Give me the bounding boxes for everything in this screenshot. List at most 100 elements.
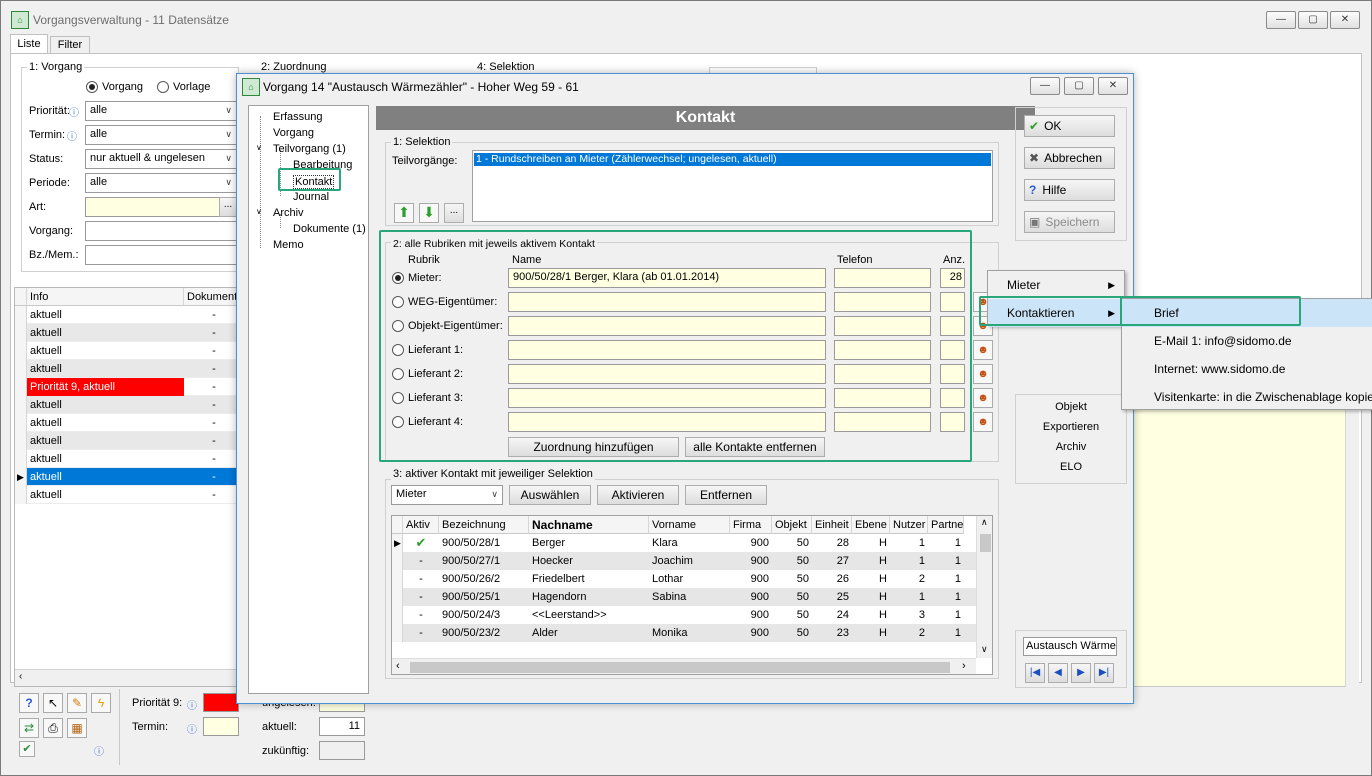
filter-termin-select[interactable]: alle: [85, 125, 237, 145]
table-row[interactable]: aktuell -: [15, 396, 237, 414]
table-row[interactable]: aktuell -: [15, 342, 237, 360]
table-row[interactable]: - 900/50/27/1 Hoecker Joachim 900 50 27 H 1 1: [392, 552, 976, 570]
rubrik-radio[interactable]: [392, 272, 404, 284]
radio-vorlage[interactable]: [157, 81, 169, 93]
check-icon[interactable]: ✔: [19, 741, 35, 757]
tree-erfassung[interactable]: Erfassung: [273, 111, 323, 123]
row-selector[interactable]: [15, 378, 27, 396]
rubrik-name-field[interactable]: [508, 316, 826, 336]
entfernen-button[interactable]: Entfernen: [685, 485, 767, 505]
row-selector[interactable]: ▶: [15, 468, 27, 486]
filter-prioritaet-select[interactable]: alle: [85, 101, 237, 121]
contacts-icon[interactable]: ☻: [973, 340, 993, 360]
table-row[interactable]: - 900/50/25/1 Hagendorn Sabina 900 50 25 H 1 1: [392, 588, 976, 606]
tab-filter[interactable]: Filter: [50, 36, 90, 54]
rubrik-telefon-field[interactable]: [834, 340, 931, 360]
contact-header-einheit[interactable]: Einheit: [812, 516, 852, 534]
table-row[interactable]: Priorität 9, aktuell -: [15, 378, 237, 396]
list-header-info[interactable]: Info: [27, 288, 184, 306]
contact-vscroll[interactable]: ∧ ∨: [976, 516, 992, 658]
side-link-exportieren[interactable]: Exportieren: [1016, 421, 1126, 433]
lightning-icon[interactable]: ϟ: [91, 693, 111, 713]
scroll-left-icon[interactable]: ‹: [19, 671, 22, 682]
rubrik-telefon-field[interactable]: [834, 412, 931, 432]
contact-hscroll[interactable]: ‹ ›: [392, 658, 976, 674]
rubrik-name-field[interactable]: [508, 412, 826, 432]
zuordnung-hinzufuegen-button[interactable]: Zuordnung hinzufügen: [508, 437, 679, 457]
table-row[interactable]: - 900/50/23/2 Alder Monika 900 50 23 H 2 1: [392, 624, 976, 642]
contact-grid[interactable]: Aktiv Bezeichnung Nachname Vorname Firma Obje…: [391, 515, 993, 675]
close-button[interactable]: ✕: [1330, 11, 1360, 29]
rubrik-telefon-field[interactable]: [834, 388, 931, 408]
auswaehlen-button[interactable]: Auswählen: [509, 485, 591, 505]
refresh-icon[interactable]: ⇄: [19, 718, 39, 738]
tab-liste[interactable]: Liste: [10, 34, 48, 54]
contact-header-aktiv[interactable]: Aktiv: [403, 516, 439, 534]
row-selector[interactable]: [15, 360, 27, 378]
contact-header-bez[interactable]: Bezeichnung: [439, 516, 529, 534]
rubrik-name-field[interactable]: [508, 340, 826, 360]
table-row[interactable]: aktuell -: [15, 306, 237, 324]
cursor-icon[interactable]: ↖: [43, 693, 63, 713]
help-icon[interactable]: ?: [19, 693, 39, 713]
row-selector[interactable]: [15, 324, 27, 342]
row-selector[interactable]: [392, 570, 403, 588]
row-selector[interactable]: [15, 342, 27, 360]
arrow-down-icon[interactable]: ⬇: [419, 203, 439, 223]
rubrik-telefon-field[interactable]: [834, 292, 931, 312]
table-row[interactable]: aktuell -: [15, 486, 237, 504]
hscroll-thumb[interactable]: [410, 662, 950, 673]
dialog-minimize-button[interactable]: —: [1030, 77, 1060, 95]
table-row[interactable]: aktuell -: [15, 360, 237, 378]
scroll-down-icon[interactable]: ∨: [981, 644, 988, 655]
row-selector[interactable]: [392, 588, 403, 606]
speichern-button[interactable]: ▣ Speichern: [1024, 211, 1115, 233]
contact-header-objekt[interactable]: Objekt: [772, 516, 812, 534]
tree-teilvorgang[interactable]: Teilvorgang (1): [273, 143, 346, 155]
tree-dokumente[interactable]: Dokumente (1): [293, 223, 366, 235]
teilvorgang-more-button[interactable]: ...: [444, 203, 464, 223]
aktivieren-button[interactable]: Aktivieren: [597, 485, 679, 505]
bzmem-input[interactable]: [85, 245, 237, 265]
first-record-button[interactable]: |◀: [1025, 663, 1045, 683]
contact-header-ebene[interactable]: Ebene: [852, 516, 890, 534]
list-header-dokumente[interactable]: Dokumente: [184, 288, 237, 306]
contacts-icon[interactable]: ☻: [973, 412, 993, 432]
ok-button[interactable]: ✔ OK: [1024, 115, 1115, 137]
row-selector[interactable]: [15, 396, 27, 414]
row-selector[interactable]: [392, 552, 403, 570]
pencil-icon[interactable]: ✎: [67, 693, 87, 713]
tree-archiv[interactable]: Archiv: [273, 207, 304, 219]
submenu-item-email[interactable]: E-Mail 1: info@sidomo.de: [1122, 327, 1372, 355]
row-selector[interactable]: [15, 414, 27, 432]
table-row[interactable]: ▶ aktuell -: [15, 468, 237, 486]
tree-vorgang[interactable]: Vorgang: [273, 127, 314, 139]
rubrik-name-field[interactable]: 900/50/28/1 Berger, Klara (ab 01.01.2014…: [508, 268, 826, 288]
tree-memo[interactable]: Memo: [273, 239, 304, 251]
table-row[interactable]: aktuell -: [15, 450, 237, 468]
side-link-elo[interactable]: ELO: [1016, 461, 1126, 473]
rubrik-name-field[interactable]: [508, 388, 826, 408]
contacts-icon[interactable]: ☻: [973, 388, 993, 408]
contact-header-firma[interactable]: Firma: [730, 516, 772, 534]
rubrik-radio[interactable]: [392, 320, 404, 332]
row-selector[interactable]: ▶: [392, 534, 403, 552]
row-selector[interactable]: [15, 432, 27, 450]
contact-header-vor[interactable]: Vorname: [649, 516, 730, 534]
submenu-item-visitenkarte[interactable]: Visitenkarte: in die Zwischenablage kopi…: [1122, 383, 1372, 411]
prev-record-button[interactable]: ◀: [1048, 663, 1068, 683]
contact-header-nutzer[interactable]: Nutzer: [890, 516, 928, 534]
side-link-objekt[interactable]: Objekt: [1016, 401, 1126, 413]
filter-periode-select[interactable]: alle: [85, 173, 237, 193]
tree-expand-icon[interactable]: ∨: [256, 143, 262, 152]
radio-vorgang[interactable]: [86, 81, 98, 93]
teilvorgaenge-list[interactable]: 1 - Rundschreiben an Mieter (Zählerwechs…: [472, 150, 993, 222]
rubrik-telefon-field[interactable]: [834, 268, 931, 288]
printer-icon[interactable]: ⎙: [43, 718, 63, 738]
hilfe-button[interactable]: ? Hilfe: [1024, 179, 1115, 201]
dialog-maximize-button[interactable]: ▢: [1064, 77, 1094, 95]
menu-item-mieter[interactable]: Mieter ▶: [988, 271, 1124, 299]
vorgang-input[interactable]: [85, 221, 237, 241]
scroll-left-icon[interactable]: ‹: [396, 660, 400, 672]
list-hscrollbar[interactable]: ‹: [15, 669, 237, 686]
